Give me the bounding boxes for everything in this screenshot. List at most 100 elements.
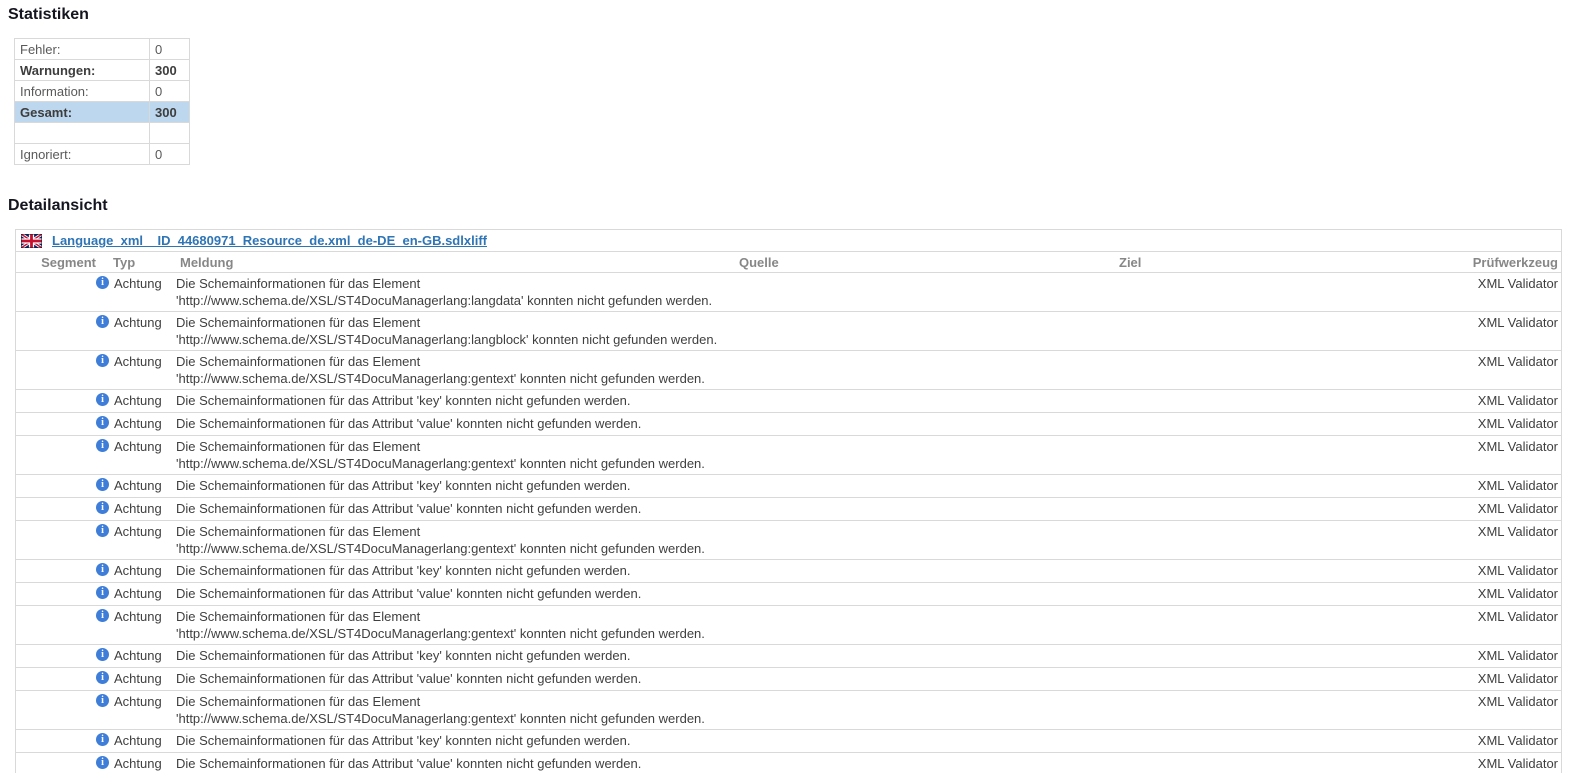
stats-label: Gesamt: xyxy=(14,101,150,123)
segment-cell xyxy=(16,438,96,472)
segment-cell xyxy=(16,353,96,387)
table-row: i Achtung Die Schemainformationen für da… xyxy=(16,273,1561,312)
target-cell xyxy=(1119,647,1441,665)
info-icon: i xyxy=(96,608,112,642)
info-icon: i xyxy=(96,500,112,518)
target-cell xyxy=(1119,562,1441,580)
stats-row: Information: 0 xyxy=(14,80,190,102)
segment-cell xyxy=(16,562,96,580)
table-row: i Achtung Die Schemainformationen für da… xyxy=(16,753,1561,773)
source-cell xyxy=(739,647,1119,665)
source-cell xyxy=(739,438,1119,472)
message-line: Die Schemainformationen für das Attribut… xyxy=(176,733,631,748)
message-line: Die Schemainformationen für das Attribut… xyxy=(176,671,642,686)
type-cell: Achtung xyxy=(114,524,162,539)
message-line: Die Schemainformationen für das Attribut… xyxy=(176,563,631,578)
tool-cell: XML Validator xyxy=(1477,276,1558,291)
source-cell xyxy=(739,477,1119,495)
message-cell: Die Schemainformationen für das Element '… xyxy=(176,275,739,309)
source-cell xyxy=(739,353,1119,387)
tool-cell: XML Validator xyxy=(1477,524,1558,539)
message-line: 'http://www.schema.de/XSL/ST4DocuManager… xyxy=(176,371,705,386)
type-cell: Achtung xyxy=(114,694,162,709)
target-cell xyxy=(1119,523,1441,557)
segment-cell xyxy=(16,500,96,518)
target-cell xyxy=(1119,392,1441,410)
source-cell xyxy=(739,415,1119,433)
statistics-table: Fehler: 0 Warnungen: 300 Information: 0 … xyxy=(14,38,190,165)
source-cell xyxy=(739,755,1119,773)
segment-cell xyxy=(16,275,96,309)
target-cell xyxy=(1119,755,1441,773)
segment-cell xyxy=(16,392,96,410)
table-row: i Achtung Die Schemainformationen für da… xyxy=(16,583,1561,606)
message-line: Die Schemainformationen für das Attribut… xyxy=(176,586,642,601)
type-cell: Achtung xyxy=(114,563,162,578)
source-cell xyxy=(739,585,1119,603)
message-cell: Die Schemainformationen für das Attribut… xyxy=(176,732,739,750)
segment-cell xyxy=(16,314,96,348)
message-line: Die Schemainformationen für das Element xyxy=(176,694,421,709)
stats-row: Fehler: 0 xyxy=(14,38,190,60)
stats-label: Warnungen: xyxy=(14,59,150,81)
target-cell xyxy=(1119,415,1441,433)
tool-cell: XML Validator xyxy=(1477,439,1558,454)
file-header-row: Language_xml__ID_44680971_Resource_de.xm… xyxy=(16,230,1561,252)
message-line: 'http://www.schema.de/XSL/ST4DocuManager… xyxy=(176,541,705,556)
type-cell: Achtung xyxy=(114,733,162,748)
message-line: 'http://www.schema.de/XSL/ST4DocuManager… xyxy=(176,332,718,347)
table-row: i Achtung Die Schemainformationen für da… xyxy=(16,390,1561,413)
source-cell xyxy=(739,500,1119,518)
message-cell: Die Schemainformationen für das Attribut… xyxy=(176,670,739,688)
message-cell: Die Schemainformationen für das Element '… xyxy=(176,523,739,557)
target-cell xyxy=(1119,585,1441,603)
message-line: Die Schemainformationen für das Element xyxy=(176,524,421,539)
message-line: Die Schemainformationen für das Element xyxy=(176,354,421,369)
detail-table-header: Segment Typ Meldung Quelle Ziel Prüfwerk… xyxy=(16,252,1561,273)
detail-title: Detailansicht xyxy=(8,197,108,214)
type-cell: Achtung xyxy=(114,354,162,369)
source-cell xyxy=(739,608,1119,642)
info-icon: i xyxy=(96,415,112,433)
source-cell xyxy=(739,392,1119,410)
info-icon: i xyxy=(96,275,112,309)
target-cell xyxy=(1119,438,1441,472)
stats-value: 300 xyxy=(149,101,190,123)
tool-cell: XML Validator xyxy=(1477,354,1558,369)
info-icon: i xyxy=(96,562,112,580)
message-line: 'http://www.schema.de/XSL/ST4DocuManager… xyxy=(176,456,705,471)
target-cell xyxy=(1119,608,1441,642)
stats-value: 0 xyxy=(149,38,190,60)
target-cell xyxy=(1119,693,1441,727)
table-row: i Achtung Die Schemainformationen für da… xyxy=(16,668,1561,691)
message-line: 'http://www.schema.de/XSL/ST4DocuManager… xyxy=(176,626,705,641)
message-line: 'http://www.schema.de/XSL/ST4DocuManager… xyxy=(176,711,705,726)
type-cell: Achtung xyxy=(114,416,162,431)
message-line: Die Schemainformationen für das Attribut… xyxy=(176,393,631,408)
info-icon: i xyxy=(96,755,112,773)
info-icon: i xyxy=(96,732,112,750)
column-header-typ: Typ xyxy=(113,255,136,270)
message-line: Die Schemainformationen für das Attribut… xyxy=(176,756,642,771)
target-cell xyxy=(1119,500,1441,518)
table-row: i Achtung Die Schemainformationen für da… xyxy=(16,351,1561,390)
info-icon: i xyxy=(96,647,112,665)
tool-cell: XML Validator xyxy=(1477,478,1558,493)
segment-cell xyxy=(16,415,96,433)
type-cell: Achtung xyxy=(114,671,162,686)
tool-cell: XML Validator xyxy=(1477,756,1558,771)
type-cell: Achtung xyxy=(114,315,162,330)
info-icon: i xyxy=(96,585,112,603)
file-link[interactable]: Language_xml__ID_44680971_Resource_de.xm… xyxy=(52,233,487,248)
table-row: i Achtung Die Schemainformationen für da… xyxy=(16,691,1561,730)
segment-cell xyxy=(16,693,96,727)
column-header-segment: Segment xyxy=(41,255,96,270)
tool-cell: XML Validator xyxy=(1477,315,1558,330)
message-cell: Die Schemainformationen für das Element '… xyxy=(176,353,739,387)
table-row: i Achtung Die Schemainformationen für da… xyxy=(16,521,1561,560)
target-cell xyxy=(1119,477,1441,495)
source-cell xyxy=(739,523,1119,557)
tool-cell: XML Validator xyxy=(1477,694,1558,709)
type-cell: Achtung xyxy=(114,756,162,771)
table-row: i Achtung Die Schemainformationen für da… xyxy=(16,606,1561,645)
